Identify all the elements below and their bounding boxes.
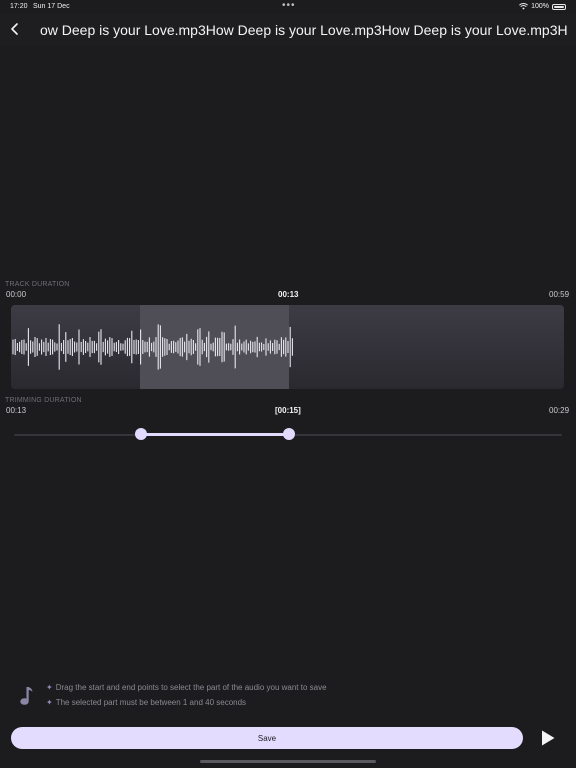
tip-item: ✦ Drag the start and end points to select… xyxy=(46,683,327,692)
trim-duration: [00:15] xyxy=(275,406,301,415)
status-date: Sun 17 Dec xyxy=(33,3,70,10)
sparkle-icon: ✦ xyxy=(46,683,53,692)
track-end-time: 00:59 xyxy=(549,290,570,299)
title-marquee: ow Deep is your Love.mp3How Deep is your… xyxy=(40,14,568,46)
home-indicator[interactable] xyxy=(200,760,376,763)
track-current-time: 00:13 xyxy=(278,290,299,299)
music-note-icon xyxy=(20,687,33,705)
battery-icon xyxy=(552,3,566,10)
track-start-time: 00:00 xyxy=(6,290,27,299)
tip-item: ✦ The selected part must be between 1 and… xyxy=(46,698,246,707)
trim-start-handle[interactable] xyxy=(135,428,147,440)
trim-end-handle[interactable] xyxy=(283,428,295,440)
chevron-left-icon[interactable] xyxy=(8,20,22,38)
waveform-panel[interactable] xyxy=(11,305,564,389)
trim-slider-range xyxy=(141,433,289,436)
wifi-icon xyxy=(519,3,529,10)
track-duration-label: TRACK DURATION xyxy=(5,281,70,288)
tip-text: Drag the start and end points to select … xyxy=(55,683,327,692)
status-time: 17:20 xyxy=(10,3,28,10)
battery-percent: 100% xyxy=(531,3,549,10)
status-right: 100% xyxy=(519,3,566,10)
more-dots-icon[interactable]: ••• xyxy=(282,0,296,11)
trim-start-time: 00:13 xyxy=(6,406,27,415)
sparkle-icon: ✦ xyxy=(46,698,53,707)
waveform xyxy=(12,324,293,370)
status-bar: 17:20 Sun 17 Dec ••• 100% xyxy=(0,0,576,14)
trim-end-time: 00:29 xyxy=(549,406,570,415)
top-bar: ow Deep is your Love.mp3How Deep is your… xyxy=(0,14,576,46)
tip-text: The selected part must be between 1 and … xyxy=(55,698,247,707)
save-button[interactable]: Save xyxy=(11,727,523,749)
play-icon[interactable] xyxy=(538,728,558,748)
track-title: ow Deep is your Love.mp3How Deep is your… xyxy=(40,22,568,38)
trimming-duration-label: TRIMMING DURATION xyxy=(5,397,82,404)
